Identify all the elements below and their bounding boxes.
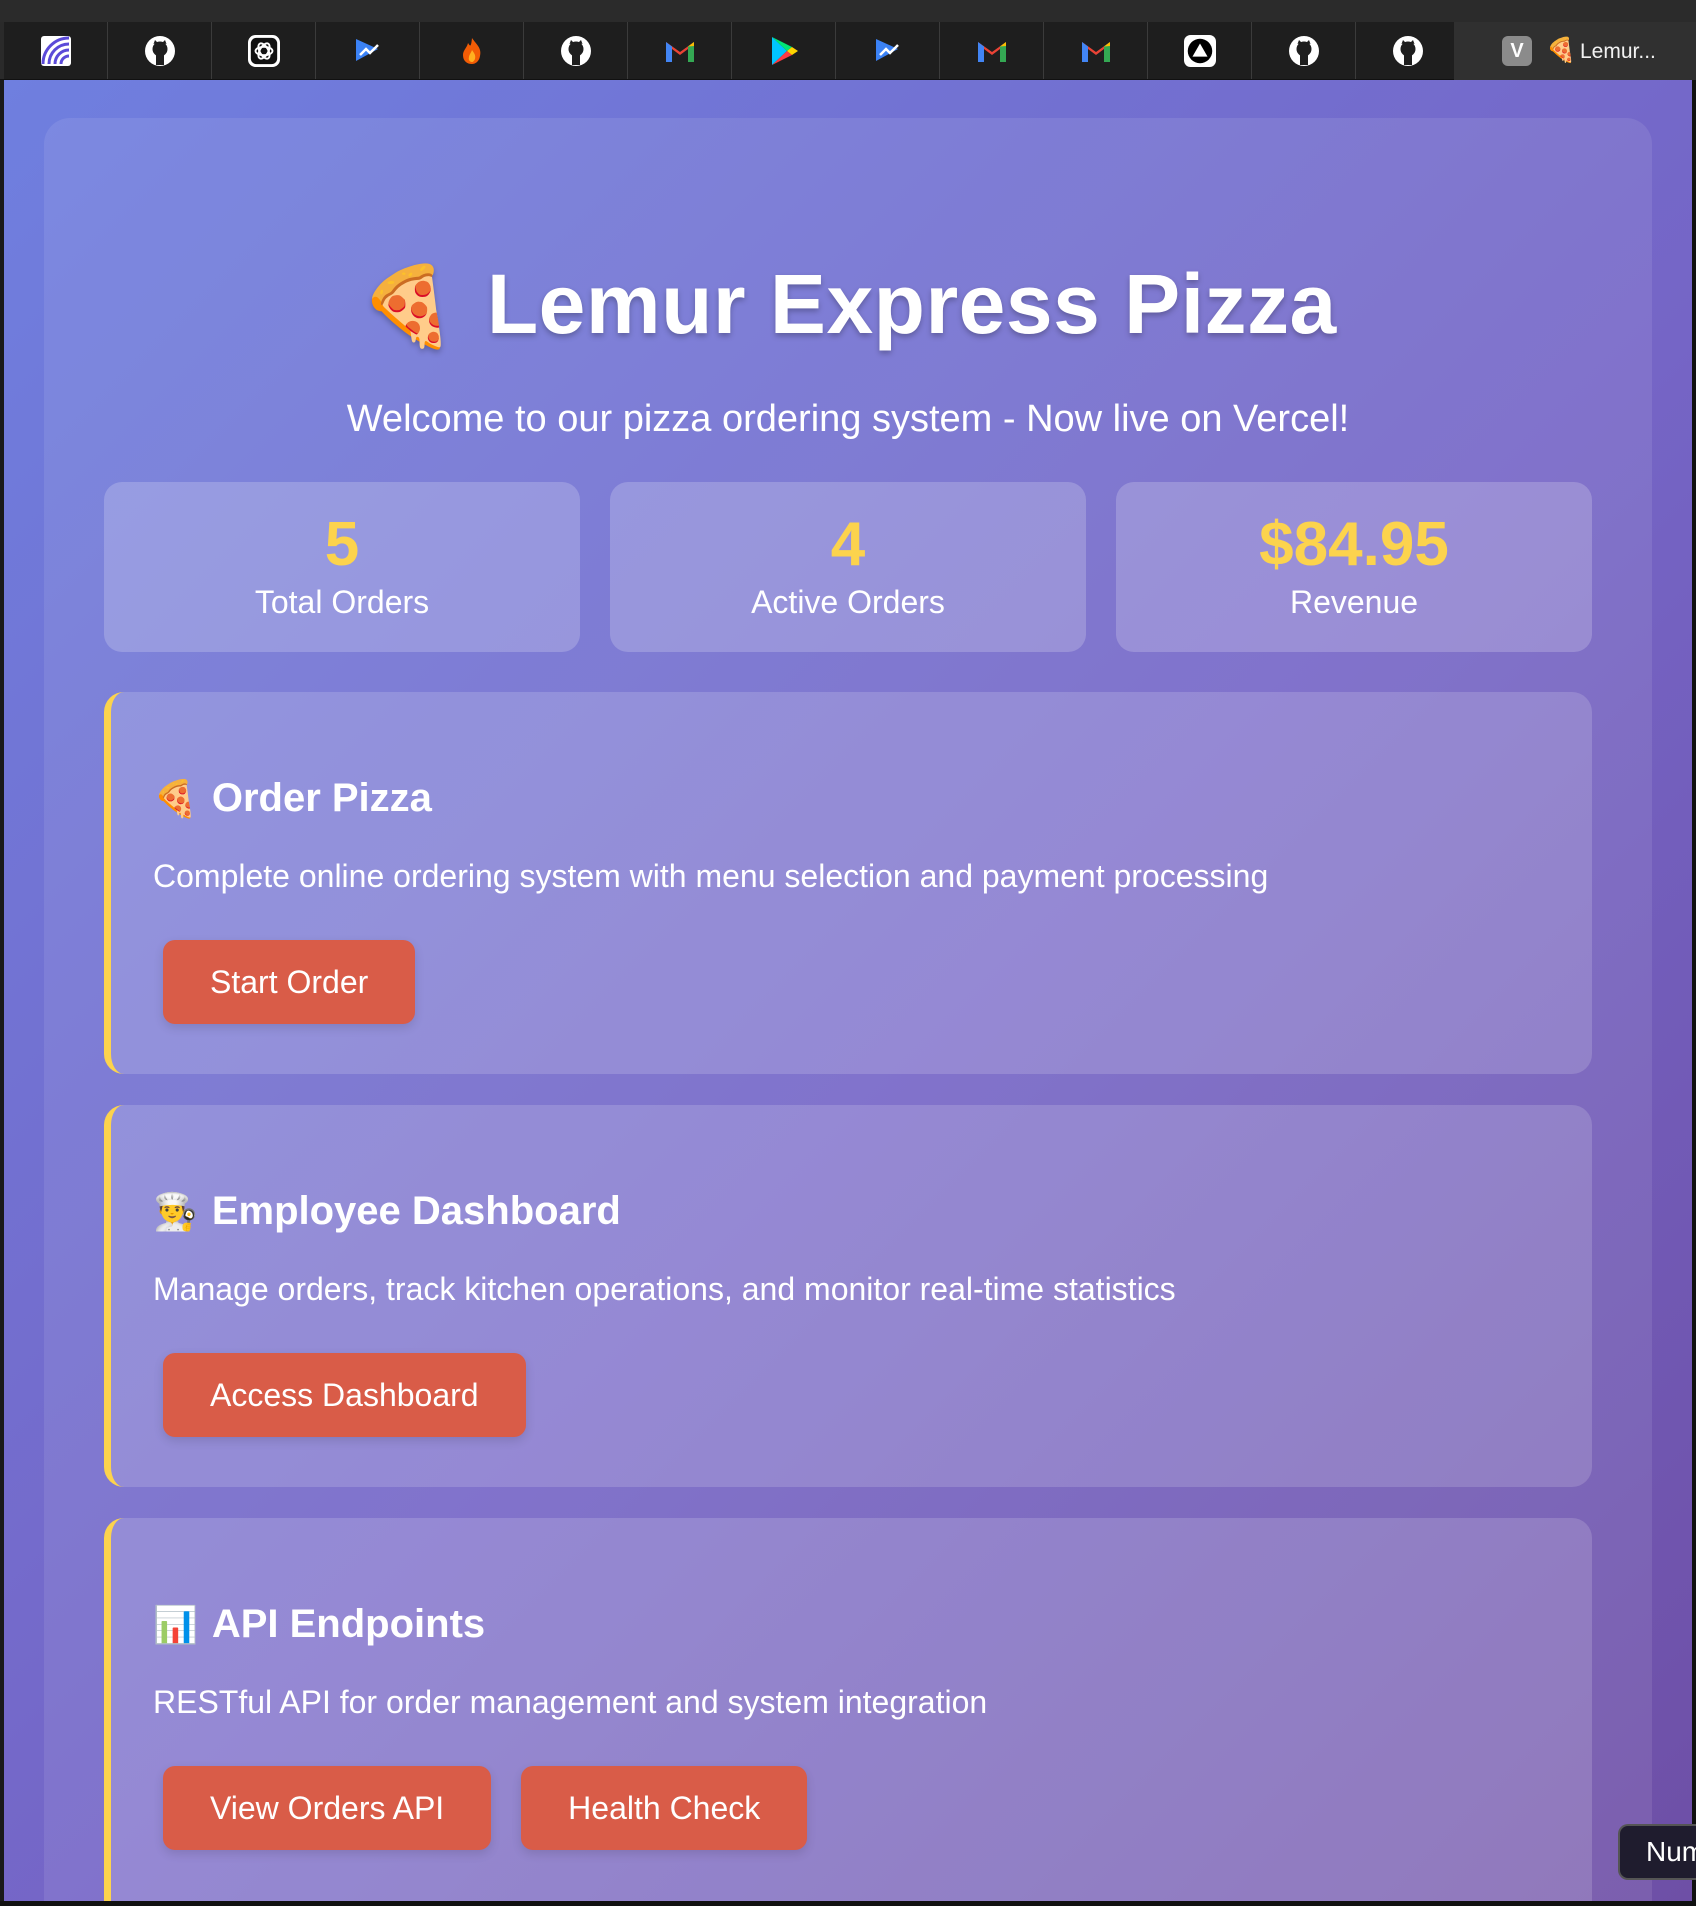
pinned-tab-linear[interactable] (4, 22, 108, 79)
pinned-tab-gmail-1[interactable] (628, 22, 732, 79)
pinned-tab-github-3[interactable] (1252, 22, 1356, 79)
pinned-tab-vercel[interactable] (1148, 22, 1252, 79)
bar-chart-icon: 📊 (153, 1603, 198, 1645)
start-order-button[interactable]: Start Order (163, 940, 416, 1024)
pinned-tab-gmail-2[interactable] (940, 22, 1044, 79)
feature-description: Manage orders, track kitchen operations,… (153, 1271, 1176, 1307)
stat-card-active-orders: 4 Active Orders (610, 482, 1086, 652)
zoom-icon (872, 35, 904, 67)
feature-title: 👨‍🍳 Employee Dashboard (153, 1189, 621, 1234)
github-icon (1392, 35, 1424, 67)
button-row: Access Dashboard (163, 1353, 526, 1437)
pinned-tab-gmail-3[interactable] (1044, 22, 1148, 79)
feature-title: 🍕 Order Pizza (153, 776, 432, 821)
pinned-tab-zoom-2[interactable] (836, 22, 940, 79)
stat-value: 5 (324, 510, 360, 579)
page-viewport: 🍕 Lemur Express Pizza Welcome to our pizz… (4, 80, 1696, 1901)
stat-value: 4 (830, 510, 866, 579)
pinned-tab-github-4[interactable] (1356, 22, 1460, 79)
pinned-tab-flame[interactable] (420, 22, 524, 79)
flame-icon (456, 35, 488, 67)
feature-description: RESTful API for order management and sys… (153, 1684, 988, 1720)
pinned-tab-github-1[interactable] (108, 22, 212, 79)
stat-label: Total Orders (254, 584, 430, 620)
feature-title-text: Employee Dashboard (211, 1189, 621, 1233)
pinned-tab-zoom-1[interactable] (316, 22, 420, 79)
tab-strip-top (0, 0, 1696, 22)
window-bottom-edge (0, 1901, 1696, 1906)
stat-value: $84.95 (1259, 510, 1449, 579)
active-tab[interactable]: V 🍕 Lemur... (1454, 22, 1696, 80)
gmail-icon (1080, 35, 1112, 67)
active-tab-title: Lemur... (1580, 40, 1656, 63)
overlay-tooltip: Num (1618, 1824, 1696, 1880)
feature-card-order-pizza: 🍕 Order Pizza Complete online ordering s… (104, 692, 1592, 1074)
window-right-edge (1692, 80, 1696, 1906)
gmail-icon (976, 35, 1008, 67)
feature-description: Complete online ordering system with men… (153, 858, 1269, 894)
view-orders-api-button[interactable]: View Orders API (163, 1766, 492, 1850)
main-container: 🍕 Lemur Express Pizza Welcome to our pizz… (44, 118, 1652, 1901)
stat-card-total-orders: 5 Total Orders (104, 482, 580, 652)
chatgpt-icon (247, 34, 280, 67)
feature-title-text: Order Pizza (211, 776, 432, 820)
page-subtitle: Welcome to our pizza ordering system - N… (346, 398, 1350, 440)
pinned-tab-chatgpt[interactable] (212, 22, 316, 79)
feature-card-api-endpoints: 📊 API Endpoints RESTful API for order ma… (104, 1518, 1592, 1901)
button-row: View Orders API Health Check (163, 1766, 808, 1850)
gmail-icon (664, 35, 696, 67)
linear-icon (40, 35, 72, 67)
stat-label: Revenue (1289, 584, 1419, 620)
pizza-icon: 🍕 (1546, 37, 1576, 64)
pinned-tab-play-store[interactable] (732, 22, 836, 79)
chef-icon: 👨‍🍳 (153, 1190, 198, 1232)
zoom-icon (352, 35, 384, 67)
access-dashboard-button[interactable]: Access Dashboard (163, 1353, 526, 1437)
stat-label: Active Orders (751, 584, 945, 620)
play-store-icon (768, 35, 800, 67)
browser-tab-strip: V 🍕 Lemur... (0, 0, 1696, 80)
vercel-badge-icon: V (1502, 36, 1532, 66)
pizza-icon: 🍕 (359, 262, 457, 350)
pinned-tab-github-2[interactable] (524, 22, 628, 79)
feature-title-text: API Endpoints (211, 1602, 486, 1646)
stat-card-revenue: $84.95 Revenue (1116, 482, 1592, 652)
button-row: Start Order (163, 940, 416, 1024)
pinned-tabs (4, 22, 1460, 79)
feature-title: 📊 API Endpoints (153, 1602, 485, 1647)
page-title: 🍕 Lemur Express Pizza (44, 256, 1652, 353)
feature-card-employee-dashboard: 👨‍🍳 Employee Dashboard Manage orders, tr… (104, 1105, 1592, 1487)
stats-row: 5 Total Orders 4 Active Orders $84.95 Re… (104, 482, 1592, 652)
github-icon (560, 35, 592, 67)
github-icon (1288, 35, 1320, 67)
health-check-button[interactable]: Health Check (521, 1766, 808, 1850)
pizza-icon: 🍕 (153, 777, 198, 819)
page-title-text: Lemur Express Pizza (486, 257, 1337, 351)
github-icon (144, 35, 176, 67)
vercel-icon (1183, 34, 1216, 67)
